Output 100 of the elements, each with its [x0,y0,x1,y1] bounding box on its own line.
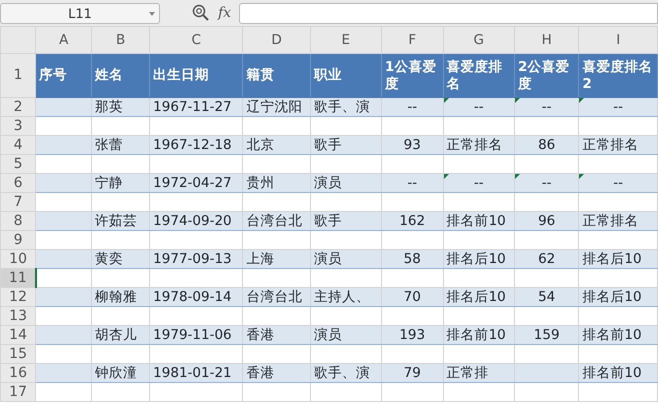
cell-text: 58 [404,250,421,266]
zoom-icon[interactable] [192,4,210,22]
cell-text: 排名后10 [582,288,642,304]
cell-text: 那英 [95,98,124,114]
cell-text: -- [407,174,418,190]
cell-text: 79 [404,364,421,380]
cell-text: 排名后10 [582,250,642,266]
caret-icon [149,12,155,16]
cell-text: 162 [399,212,426,228]
cell-text: 排名前10 [582,364,642,380]
cell-text: 上海 [246,250,274,266]
cell-text: 1967-12-18 [153,136,232,152]
cell-text: 贵州 [246,174,274,190]
row-header[interactable]: 7 [0,192,36,212]
cell-text: 排名后10 [446,250,506,266]
header-label: 出生日期 [153,67,210,83]
cell-text: 演员 [314,250,342,266]
row-header[interactable]: 16 [0,364,36,382]
cell-text: 70 [404,288,421,304]
cell-text: 62 [538,250,556,266]
cell-text: 张蕾 [95,136,124,152]
function-label[interactable]: fx [218,2,232,24]
column-header[interactable]: B [92,26,150,54]
cell-text: 柳翰雅 [95,288,138,304]
cell-text: 宁静 [95,174,124,190]
cell-text: -- [542,98,552,114]
row-header[interactable]: 15 [0,344,36,364]
cell-text: 排名前10 [446,326,506,342]
row-header[interactable]: 9 [0,230,36,250]
row-header[interactable]: 3 [0,116,36,136]
cell-text: -- [613,98,624,114]
cell-text: 93 [404,136,421,152]
formula-field[interactable] [239,2,658,24]
cell-text: -- [613,174,624,190]
cell-text: 演员 [314,174,342,190]
cell-text: 主持人、 [314,288,370,304]
row-header[interactable]: 6 [0,174,36,192]
cell-text: 1967-11-27 [153,98,232,114]
column-header[interactable]: E [310,26,382,54]
row-header[interactable]: 10 [0,250,36,268]
cell-text: 正常排 [446,364,489,380]
header-label: 1公喜爱度 [384,58,436,92]
cell-text: 96 [538,212,556,228]
cell-text: -- [542,174,552,190]
header-label: 姓名 [95,67,124,83]
row-header[interactable]: 4 [0,136,36,154]
row-header[interactable]: 11 [0,268,36,288]
row-header[interactable]: 5 [0,154,36,174]
row-header[interactable]: 12 [0,288,36,306]
cell-text: 1977-09-13 [153,250,232,266]
cell-text: 北京 [246,136,274,152]
cell-text: 台湾台北 [246,288,302,304]
row-header[interactable]: 1 [0,54,36,98]
column-header[interactable]: H [514,26,579,54]
column-header[interactable]: I [578,26,658,54]
column-header[interactable]: A [36,26,92,54]
row-header[interactable]: 2 [0,98,36,116]
cell-text: 159 [534,326,560,342]
header-label: 籍贯 [246,67,274,83]
cell-text: 香港 [246,364,274,380]
cell-text: 正常排名 [582,212,638,228]
column-header[interactable]: G [443,26,514,54]
cell-text: 1974-09-20 [153,212,232,228]
cell-text: 香港 [246,326,274,342]
column-header[interactable]: F [381,26,444,54]
cell-text: 歌手、演 [314,364,370,380]
cell-text: 1978-09-14 [153,288,232,304]
header-label: 序号 [39,67,68,83]
cell-text: 演员 [314,326,342,342]
cell-text: 86 [538,136,556,152]
cell-text: 胡杏儿 [95,326,138,342]
cell-text: -- [407,98,418,114]
cell-text: 歌手 [314,212,342,228]
cell-text: 正常排名 [446,136,503,152]
name-box[interactable]: L11 [0,2,160,24]
cell-text: 1979-11-06 [153,326,232,342]
header-label: 喜爱度排名2 [582,58,652,92]
cell-text: 正常排名 [582,136,638,152]
header-label: 喜爱度排名 [446,58,503,92]
cell-text: 辽宁沈阳 [246,98,302,114]
cell-text: 歌手、演 [314,98,370,114]
cell-text: -- [474,174,484,190]
header-label: 职业 [314,67,342,83]
row-header[interactable]: 14 [0,326,36,344]
row-header[interactable]: 8 [0,212,36,230]
column-header[interactable]: C [150,26,243,54]
cell-text: 排名后10 [446,288,506,304]
cell-text: 钟欣潼 [95,364,138,380]
row-header[interactable]: 17 [0,382,36,402]
cell-text: 许茹芸 [95,212,138,228]
header-label: 2公喜爱度 [518,58,570,92]
cell-text: 歌手 [314,136,342,152]
cell-text: -- [474,98,484,114]
row-header[interactable]: 13 [0,306,36,326]
cell-text: 1981-01-21 [153,364,232,380]
column-header[interactable]: D [242,26,310,54]
cell-text: 排名前10 [582,326,642,342]
cell-text: 黄奕 [95,250,124,266]
cell-text: 台湾台北 [246,212,302,228]
cell-text: 1972-04-27 [153,174,232,190]
